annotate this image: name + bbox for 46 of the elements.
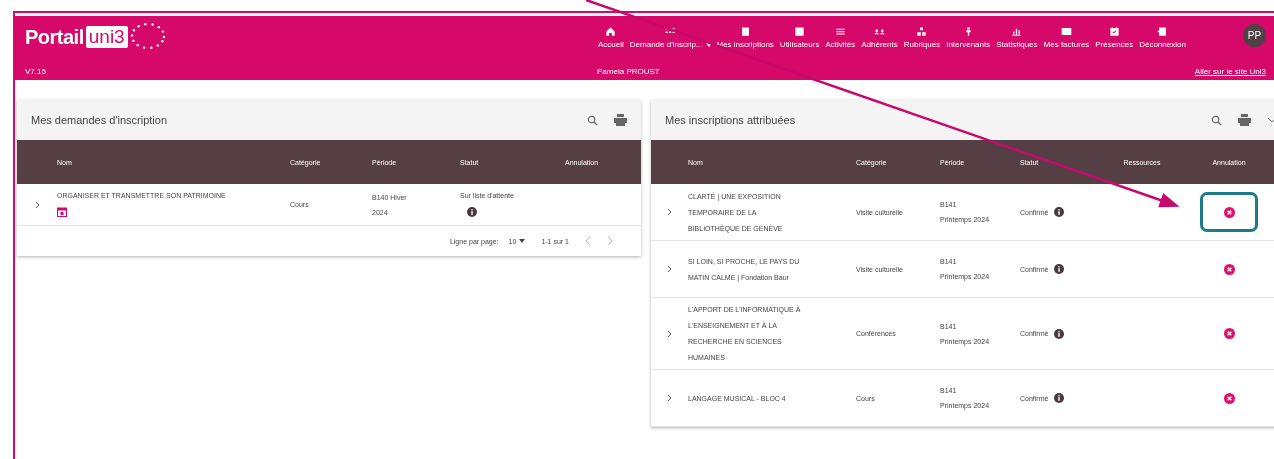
search-icon[interactable]: [587, 114, 598, 126]
user-name: Pamela PROUST: [597, 67, 660, 76]
shapes-icon[interactable]: [916, 26, 928, 37]
info-icon[interactable]: [1054, 393, 1065, 403]
caret-icon[interactable]: [705, 42, 712, 47]
home-icon[interactable]: [605, 26, 617, 37]
expand-icon[interactable]: [34, 200, 40, 209]
chevron-down-icon[interactable]: [1267, 117, 1274, 123]
site-link[interactable]: Aller sur le site Uni3: [1194, 67, 1266, 76]
nav-item[interactable]: Rubriques: [902, 40, 942, 49]
caret-icon[interactable]: [519, 239, 526, 243]
version-label: V7.15: [25, 67, 47, 76]
info-icon[interactable]: [1054, 328, 1065, 339]
nav-item[interactable]: Activités: [824, 40, 857, 49]
nav-item[interactable]: Statistiques: [995, 40, 1039, 49]
calendar-check-icon[interactable]: [1108, 26, 1120, 37]
nav-item[interactable]: Mes factures: [1042, 40, 1091, 49]
expand-icon[interactable]: [667, 329, 672, 338]
nav-item[interactable]: Déconnexion: [1138, 40, 1187, 49]
expand-icon[interactable]: [667, 394, 672, 402]
search-icon[interactable]: [1211, 114, 1222, 126]
cancel-icon[interactable]: [1223, 392, 1235, 404]
nav-item[interactable]: Utilisateurs: [778, 40, 821, 49]
print-icon[interactable]: [1238, 114, 1251, 126]
card-title: Mes inscriptions attribuées: [665, 114, 797, 126]
nav-item[interactable]: Demande d'inscrip...: [628, 40, 704, 49]
card-title: Mes demandes d'inscription: [31, 114, 168, 126]
print-icon[interactable]: [614, 114, 627, 126]
info-icon[interactable]: [467, 207, 477, 217]
bar-chart-icon[interactable]: [1011, 26, 1023, 37]
info-icon[interactable]: [1054, 207, 1065, 217]
cancel-icon[interactable]: [1223, 206, 1235, 218]
list-icon[interactable]: [834, 26, 846, 37]
calendar-icon[interactable]: [57, 207, 67, 217]
logout-icon[interactable]: [1157, 26, 1168, 37]
avatar[interactable]: PP: [1243, 24, 1266, 47]
cancel-icon[interactable]: [1223, 328, 1235, 339]
nav-item[interactable]: Accueil: [597, 40, 625, 49]
expand-icon[interactable]: [667, 265, 672, 273]
cancel-icon[interactable]: [1223, 263, 1235, 275]
nav-item[interactable]: Présences: [1094, 40, 1135, 49]
nav-item[interactable]: Adhérents: [860, 40, 899, 49]
logo[interactable]: Portail uni3: [25, 22, 245, 52]
nav-item[interactable]: Intervenants: [945, 40, 992, 49]
expand-icon[interactable]: [667, 208, 672, 216]
info-icon[interactable]: [1054, 264, 1065, 274]
